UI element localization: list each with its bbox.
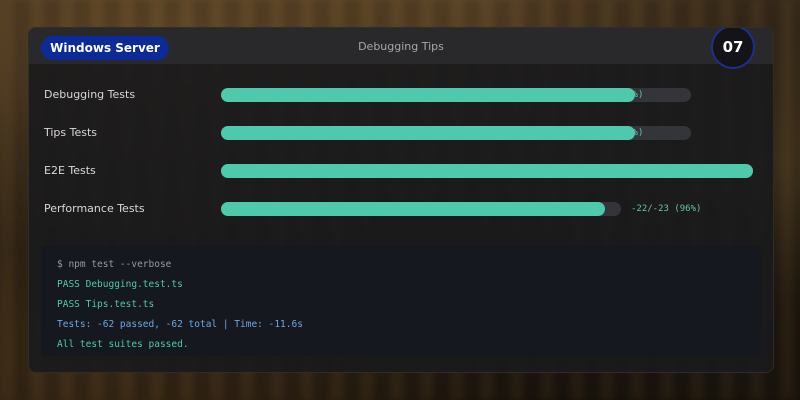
os-badge: Windows Server xyxy=(41,36,169,60)
progress-bar-track xyxy=(221,164,753,178)
test-row: Performance Tests -22/-23 (96%) xyxy=(29,199,773,219)
terminal-line: $ npm test --verbose xyxy=(57,259,172,270)
test-label: Tips Tests xyxy=(44,126,98,139)
test-row: Debugging Tests%) xyxy=(29,85,773,105)
test-result-text: %) xyxy=(632,128,644,138)
panel-header: Debugging Tips Windows Server 07 xyxy=(29,28,773,69)
test-label: E2E Tests xyxy=(44,164,96,177)
terminal-line: PASS Tips.test.ts xyxy=(57,299,155,310)
terminal-output: $ npm test --verbose PASS Debugging.test.… xyxy=(41,246,761,356)
test-row: E2E Tests xyxy=(29,161,773,181)
progress-bar-fill xyxy=(221,164,753,178)
test-result-text: %) xyxy=(632,90,644,100)
test-label: Performance Tests xyxy=(44,202,145,215)
terminal-line: PASS Debugging.test.ts xyxy=(57,279,183,290)
progress-bar-track xyxy=(221,202,621,216)
progress-bar-track xyxy=(221,88,691,102)
progress-bar-fill xyxy=(221,202,605,216)
progress-bar-track xyxy=(221,126,691,140)
test-runner-panel: Debugging Tips Windows Server 07 Debuggi… xyxy=(28,27,774,373)
terminal-line: All test suites passed. xyxy=(57,339,189,350)
progress-bar-fill xyxy=(221,126,635,140)
step-number-badge: 07 xyxy=(711,28,755,69)
terminal-line: Tests: -62 passed, -62 total | Time: -11… xyxy=(57,319,303,330)
test-label: Debugging Tests xyxy=(44,88,136,101)
progress-bar-fill xyxy=(221,88,635,102)
test-row: Tips Tests%) xyxy=(29,123,773,143)
test-result-text: -22/-23 (96%) xyxy=(631,204,702,214)
